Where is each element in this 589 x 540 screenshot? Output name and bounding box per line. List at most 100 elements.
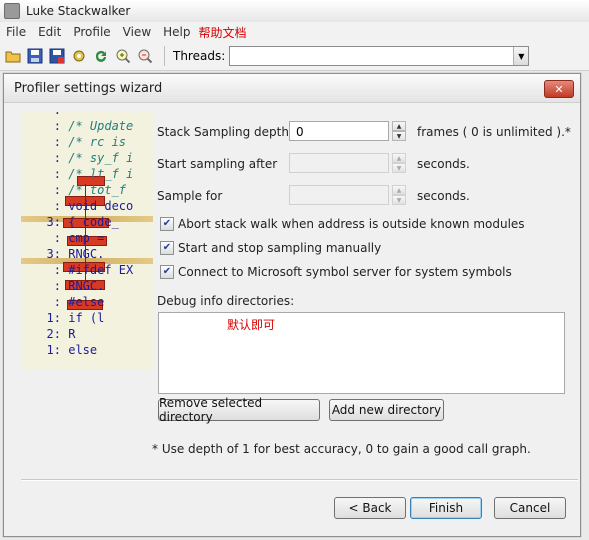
add-directory-button[interactable]: Add new directory — [329, 399, 444, 421]
stepper-up-icon[interactable]: ▲ — [392, 153, 406, 163]
code-line-number: 1: — [46, 311, 61, 325]
code-line-text: /* tot_f — [61, 183, 127, 197]
stepper-up-icon[interactable]: ▲ — [392, 185, 406, 195]
zoom-in-icon[interactable] — [114, 47, 132, 65]
code-line-number: : — [53, 199, 61, 213]
start-after-input[interactable] — [289, 153, 389, 173]
checkbox-box[interactable]: ✔ — [160, 217, 174, 231]
code-line-text: #ifdef EX — [61, 263, 134, 277]
code-line-text: else — [61, 343, 98, 357]
code-line-text: /* sy_f i — [61, 151, 134, 165]
debug-dirs-list[interactable]: 默认即可 — [158, 312, 565, 394]
back-button[interactable]: < Back — [334, 497, 406, 519]
code-line: : cmp = — [21, 230, 105, 246]
finish-button[interactable]: Finish — [410, 497, 482, 519]
code-line-number: 1: — [46, 343, 61, 357]
depth-hint: * Use depth of 1 for best accuracy, 0 to… — [152, 442, 531, 456]
menu-view[interactable]: View — [117, 25, 157, 39]
code-line-text: RNGC. — [61, 247, 105, 261]
zoom-out-icon[interactable] — [136, 47, 154, 65]
code-line: : /* sy_f i — [21, 150, 133, 166]
code-line-text: if (l — [61, 311, 105, 325]
profiler-settings-dialog: Profiler settings wizard ✕ : : /* Update… — [3, 73, 581, 537]
checkbox-label: Abort stack walk when address is outside… — [178, 217, 525, 231]
checkbox-box[interactable]: ✔ — [160, 241, 174, 255]
sample-for-unit: seconds. — [417, 189, 470, 203]
cancel-button[interactable]: Cancel — [494, 497, 566, 519]
menu-help[interactable]: Help — [157, 25, 196, 39]
save-icon[interactable] — [26, 47, 44, 65]
menu-file[interactable]: File — [0, 25, 32, 39]
refresh-icon[interactable] — [92, 47, 110, 65]
stepper-down-icon[interactable]: ▼ — [392, 131, 406, 141]
code-line: 1: if (l — [21, 310, 105, 326]
code-line: : void deco — [21, 198, 133, 214]
close-icon: ✕ — [554, 82, 564, 96]
abort-stack-walk-checkbox[interactable]: ✔ Abort stack walk when address is outsi… — [160, 217, 525, 231]
open-folder-icon[interactable] — [4, 47, 22, 65]
menu-help-doc[interactable]: 帮助文档 — [197, 24, 253, 41]
code-line-number: : — [53, 263, 61, 277]
code-line-text: /* Update — [61, 119, 134, 133]
code-line-number: : — [53, 135, 61, 149]
code-line-number: : — [53, 167, 61, 181]
stack-depth-input[interactable]: 0 — [289, 121, 389, 141]
start-after-label: Start sampling after — [157, 157, 278, 171]
frames-note: frames ( 0 is unlimited ).* — [417, 125, 571, 139]
code-line: 1: else — [21, 342, 98, 358]
threads-label: Threads: — [173, 49, 226, 63]
stack-depth-label: Stack Sampling depth: — [157, 125, 293, 139]
chevron-down-icon[interactable]: ▼ — [513, 47, 529, 65]
code-line: 2: R — [21, 326, 76, 342]
code-line-number: : — [53, 151, 61, 165]
start-after-unit: seconds. — [417, 157, 470, 171]
code-line-text: R — [61, 327, 76, 341]
code-line: : /* Update — [21, 118, 133, 134]
menu-edit[interactable]: Edit — [32, 25, 67, 39]
code-line: : RNGC. — [21, 278, 105, 294]
code-line-number: : — [53, 295, 61, 309]
menu-profile[interactable]: Profile — [67, 25, 116, 39]
sample-for-stepper[interactable]: ▲ ▼ — [392, 185, 406, 205]
symbol-server-checkbox[interactable]: ✔ Connect to Microsoft symbol server for… — [160, 265, 512, 279]
debug-dirs-label: Debug info directories: — [157, 294, 295, 308]
manual-sampling-checkbox[interactable]: ✔ Start and stop sampling manually — [160, 241, 381, 255]
code-line-number: : — [53, 119, 61, 133]
threads-select[interactable]: ▼ — [229, 46, 530, 66]
stepper-down-icon[interactable]: ▼ — [392, 195, 406, 205]
code-line-text: /* lt_f i — [61, 167, 134, 181]
stack-depth-stepper[interactable]: ▲ ▼ — [392, 121, 406, 141]
checkbox-label: Start and stop sampling manually — [178, 241, 382, 255]
toolbar-separator — [164, 46, 165, 66]
remove-directory-button[interactable]: Remove selected directory — [158, 396, 320, 424]
save-as-icon[interactable] — [48, 47, 66, 65]
wizard-preview-image: : : /* Update: /* rc is: /* sy_f i: /* l… — [21, 112, 153, 370]
app-title-bar: Luke Stackwalker — [0, 0, 589, 23]
code-line-number: : — [53, 183, 61, 197]
start-after-stepper[interactable]: ▲ ▼ — [392, 153, 406, 173]
code-line: : /* tot_f — [21, 182, 126, 198]
code-line-text: void deco — [61, 199, 134, 213]
checkbox-label: Connect to Microsoft symbol server for s… — [178, 265, 512, 279]
code-line: : /* rc is — [21, 134, 126, 150]
code-line-number: 3: — [46, 247, 61, 261]
code-line: 3: RNGC. — [21, 246, 105, 262]
code-line: : #else — [21, 294, 105, 310]
close-button[interactable]: ✕ — [544, 80, 574, 98]
dialog-divider — [21, 479, 578, 481]
stepper-down-icon[interactable]: ▼ — [392, 163, 406, 173]
code-line-text: RNGC. — [61, 279, 105, 293]
code-line-text: /* rc is — [61, 135, 127, 149]
checkbox-box[interactable]: ✔ — [160, 265, 174, 279]
debug-dirs-annotation: 默认即可 — [227, 318, 276, 332]
code-line: : /* lt_f i — [21, 166, 133, 182]
code-line: : #ifdef EX — [21, 262, 133, 278]
code-line-text: #else — [61, 295, 105, 309]
sample-for-input[interactable] — [289, 185, 389, 205]
code-line-number: 2: — [46, 327, 61, 341]
settings-gear-icon[interactable] — [70, 47, 88, 65]
code-line-number: : — [53, 279, 61, 293]
stepper-up-icon[interactable]: ▲ — [392, 121, 406, 131]
menu-bar: File Edit Profile View Help 帮助文档 — [0, 22, 589, 42]
code-line-number: : — [53, 231, 61, 245]
